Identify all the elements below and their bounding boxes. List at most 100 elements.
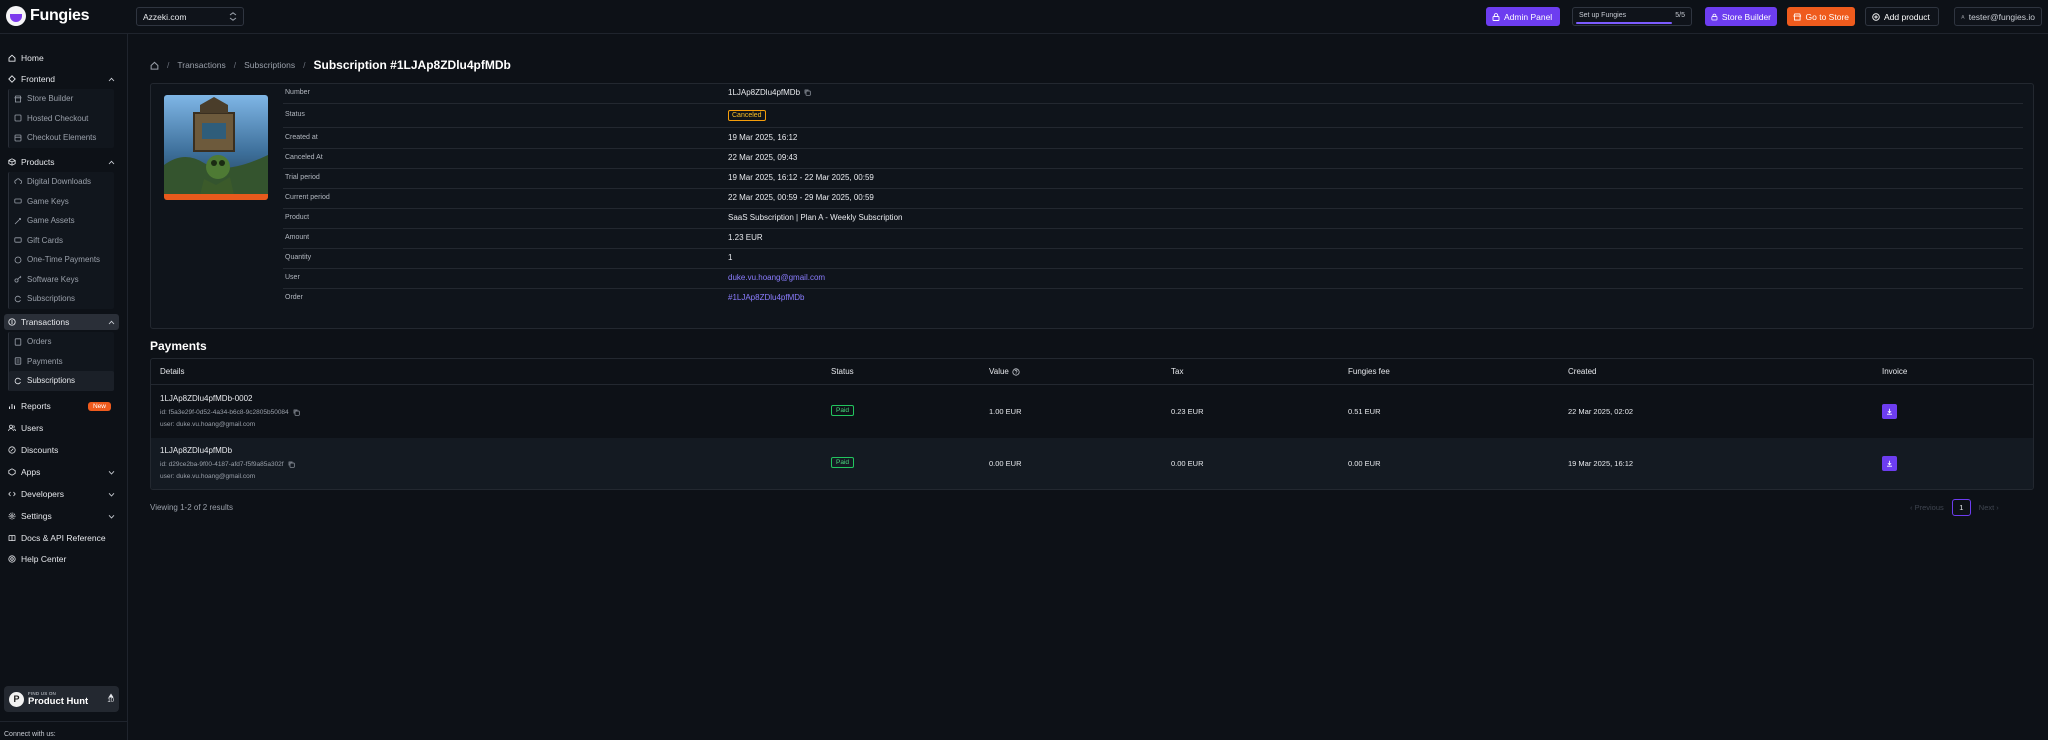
sidebar-item-docs[interactable]: Docs & API Reference [4, 530, 119, 546]
payment-tax: 0.00 EUR [1171, 459, 1204, 468]
store-selector[interactable]: Azzeki.com [136, 7, 244, 26]
product-hunt-badge[interactable]: P FIND US ON Product Hunt 10 [4, 686, 119, 712]
admin-panel-label: Admin Panel [1504, 11, 1553, 22]
payment-tax: 0.23 EUR [1171, 407, 1204, 416]
detail-label: Order [285, 294, 303, 301]
detail-row-quantity: Quantity 1 [283, 249, 2023, 269]
setup-progress[interactable]: Set up Fungies 5/5 [1572, 7, 1692, 26]
breadcrumb-subscriptions[interactable]: Subscriptions [244, 60, 295, 70]
sidebar-item-settings[interactable]: Settings [4, 508, 119, 524]
sidebar-item-label: Discounts [21, 445, 59, 455]
copy-icon[interactable] [804, 89, 811, 96]
sidebar-item-label: Payments [27, 356, 63, 366]
cart-icon [14, 114, 22, 122]
refresh-icon [14, 377, 21, 384]
payment-id-text: id: d29ce2ba-9f00-4187-afd7-f5f9a85a302f [160, 461, 284, 468]
sword-icon [14, 217, 21, 225]
sidebar-item-help[interactable]: Help Center [4, 551, 119, 567]
home-icon[interactable] [150, 61, 159, 70]
sidebar-divider [0, 721, 127, 722]
detail-label: Current period [285, 194, 330, 201]
detail-label: Trial period [285, 174, 320, 181]
connect-label: Connect with us: [4, 731, 56, 738]
detail-row-trial: Trial period 19 Mar 2025, 16:12 - 22 Mar… [283, 169, 2023, 189]
sidebar-item-hosted-checkout[interactable]: Hosted Checkout [9, 109, 114, 129]
breadcrumb-transactions[interactable]: Transactions [177, 60, 225, 70]
payment-name: 1LJAp8ZDlu4pfMDb [160, 446, 233, 455]
payment-id: id: f5a3e29f-0d52-4a34-b6c8-9c2805b50084 [160, 409, 300, 416]
payment-id: id: d29ce2ba-9f00-4187-afd7-f5f9a85a302f [160, 461, 295, 468]
sidebar-item-digital-downloads[interactable]: Digital Downloads [9, 172, 114, 192]
sidebar-item-subscriptions[interactable]: Subscriptions [9, 371, 114, 391]
sidebar-item-users[interactable]: Users [4, 420, 119, 436]
detail-value: 19 Mar 2025, 16:12 [728, 133, 798, 142]
product-hunt-icon: P [9, 691, 24, 707]
store-builder-button[interactable]: Store Builder [1705, 7, 1777, 26]
add-product-button[interactable]: Add product [1865, 7, 1939, 26]
sidebar-item-product-subscriptions[interactable]: Subscriptions [9, 289, 114, 309]
sidebar-item-reports[interactable]: Reports New [4, 398, 119, 414]
sidebar-item-home[interactable]: Home [4, 50, 119, 66]
help-circle-icon[interactable] [1012, 367, 1020, 376]
setup-label: Set up Fungies [1579, 12, 1627, 19]
user-menu-button[interactable]: tester@fungies.io [1954, 7, 2042, 26]
product-hunt-count: 10 [107, 698, 114, 704]
sidebar-item-one-time-payments[interactable]: One-Time Payments [9, 250, 114, 270]
sidebar-item-label: Game Assets [27, 216, 75, 226]
detail-row-order: Order #1LJAp8ZDlu4pfMDb [283, 289, 2023, 309]
sidebar-item-gift-cards[interactable]: Gift Cards [9, 231, 114, 251]
payment-fee: 0.51 EUR [1348, 407, 1381, 416]
chevron-up-down-icon [229, 12, 237, 21]
detail-value: 1LJAp8ZDlu4pfMDb [728, 88, 811, 97]
sidebar-item-discounts[interactable]: Discounts [4, 442, 119, 458]
sidebar-item-store-builder[interactable]: Store Builder [9, 89, 114, 109]
sidebar-item-orders[interactable]: Orders [9, 332, 114, 352]
column-header-label: Value [989, 367, 1009, 376]
store-selector-value: Azzeki.com [143, 11, 187, 22]
pagination-page-1[interactable]: 1 [1951, 499, 1971, 516]
detail-row-created: Created at 19 Mar 2025, 16:12 [283, 129, 2023, 149]
admin-panel-button[interactable]: Admin Panel [1486, 7, 1560, 26]
sidebar-item-developers[interactable]: Developers [4, 486, 119, 502]
copy-icon[interactable] [288, 461, 295, 468]
chevron-down-icon [108, 470, 115, 475]
sidebar-item-frontend[interactable]: Frontend [4, 71, 119, 87]
sidebar-item-label: Software Keys [27, 274, 79, 284]
order-link[interactable]: #1LJAp8ZDlu4pfMDb [728, 293, 804, 302]
bar-chart-icon [9, 404, 15, 409]
sidebar-item-checkout-elements[interactable]: Checkout Elements [9, 128, 114, 148]
sidebar-item-game-keys[interactable]: Game Keys [9, 192, 114, 212]
copy-icon[interactable] [293, 409, 300, 416]
status-badge-paid: Paid [831, 405, 855, 416]
sidebar-item-transactions[interactable]: Transactions [4, 314, 119, 330]
sidebar-item-payments[interactable]: Payments [9, 352, 114, 372]
pagination-next[interactable]: Next › [1979, 503, 1999, 512]
detail-label: Amount [285, 234, 310, 241]
go-to-store-label: Go to Store [1805, 11, 1849, 22]
detail-value: 1 [728, 253, 733, 262]
brand-name: Fungies [30, 7, 90, 24]
cloud-download-icon [14, 178, 22, 184]
detail-label: Product [285, 214, 310, 221]
payments-table-header: Details Status Value Tax Fungies fee Cre… [151, 359, 2033, 385]
download-invoice-button[interactable] [1882, 404, 1897, 419]
subscription-number: 1LJAp8ZDlu4pfMDb [728, 88, 801, 97]
download-invoice-button[interactable] [1882, 456, 1897, 471]
detail-row-current-period: Current period 22 Mar 2025, 00:59 - 29 M… [283, 189, 2023, 209]
sidebar-item-label: Subscriptions [27, 376, 76, 386]
sidebar-item-game-assets[interactable]: Game Assets [9, 211, 114, 231]
fungies-logo[interactable]: Fungies [6, 6, 90, 26]
payment-created: 19 Mar 2025, 16:12 [1568, 459, 1634, 468]
sidebar-item-software-keys[interactable]: Software Keys [9, 270, 114, 290]
results-summary: Viewing 1-2 of 2 results [150, 503, 234, 512]
pagination-previous[interactable]: ‹ Previous [1910, 503, 1944, 512]
sidebar-item-products[interactable]: Products [4, 154, 119, 170]
detail-value: 22 Mar 2025, 09:43 [728, 153, 798, 162]
transactions-icon [8, 318, 16, 326]
user-email-link[interactable]: duke.vu.hoang@gmail.com [728, 273, 825, 282]
go-to-store-button[interactable]: Go to Store [1787, 7, 1855, 26]
table-row: 1LJAp8ZDlu4pfMDb-0002 id: f5a3e29f-0d52-… [151, 386, 2033, 438]
box-icon [8, 158, 16, 166]
column-header-invoice: Invoice [1882, 367, 1908, 376]
sidebar-item-apps[interactable]: Apps [4, 464, 119, 480]
